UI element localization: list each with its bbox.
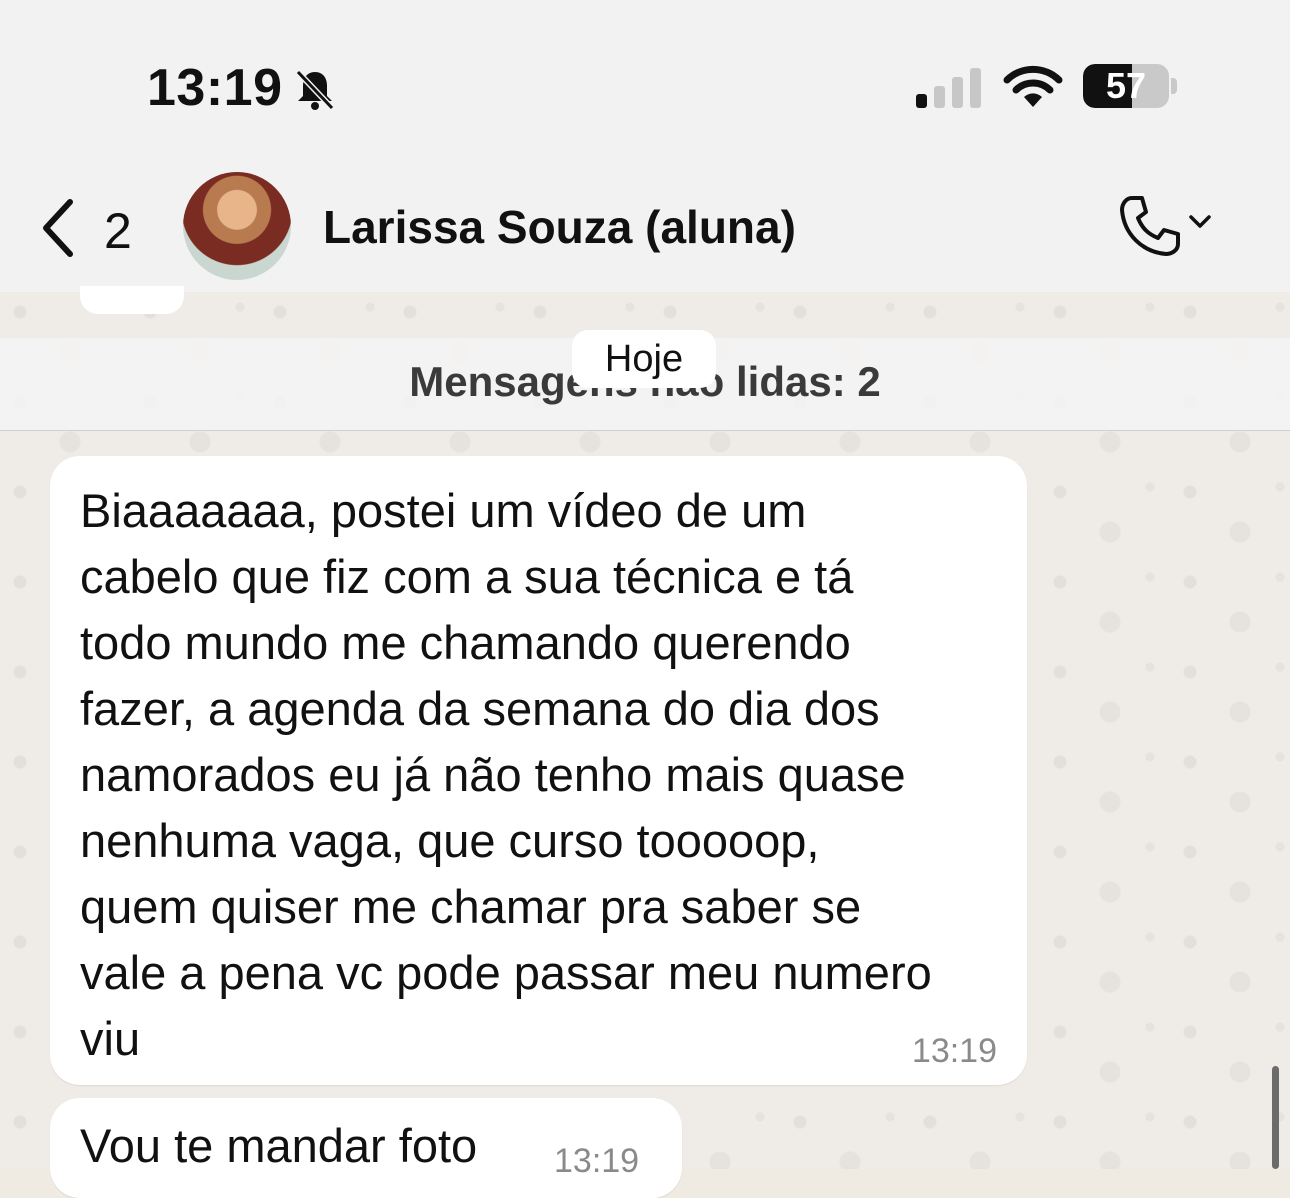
message-time: 13:19 [554, 1142, 640, 1180]
message-time: 13:19 [911, 1032, 997, 1070]
status-time: 13:19 [147, 59, 283, 117]
battery-percent: 57 [1105, 65, 1147, 106]
wifi-icon [1003, 65, 1063, 107]
scrollbar[interactable] [1272, 1066, 1279, 1169]
battery-cap [1171, 78, 1177, 94]
signal-icon [916, 68, 981, 108]
contact-name[interactable]: Larissa Souza (aluna) [323, 200, 796, 254]
call-button[interactable] [1110, 190, 1220, 270]
date-chip: Hoje [572, 330, 716, 388]
back-unread-count: 2 [104, 203, 132, 259]
previous-message-bubble [80, 286, 184, 314]
back-button[interactable]: 2 [30, 190, 150, 270]
message-text: Vou te mandar foto [80, 1119, 478, 1172]
avatar[interactable] [183, 172, 291, 280]
status-bar: 13:19 57 [0, 0, 1290, 170]
chat-header: 2 Larissa Souza (aluna) [0, 170, 1290, 292]
message-text: Biaaaaaaa, postei um vídeo de um cabelo … [80, 484, 932, 1065]
chevron-down-icon [1189, 215, 1211, 228]
battery-icon: 57 [1083, 64, 1169, 108]
phone-icon [1120, 196, 1180, 256]
chevron-left-icon [43, 199, 73, 257]
message-bubble[interactable]: Biaaaaaaa, postei um vídeo de um cabelo … [50, 456, 1027, 1085]
bell-slash-icon [295, 69, 335, 111]
message-bubble[interactable]: Vou te mandar foto 13:19 [50, 1098, 682, 1198]
